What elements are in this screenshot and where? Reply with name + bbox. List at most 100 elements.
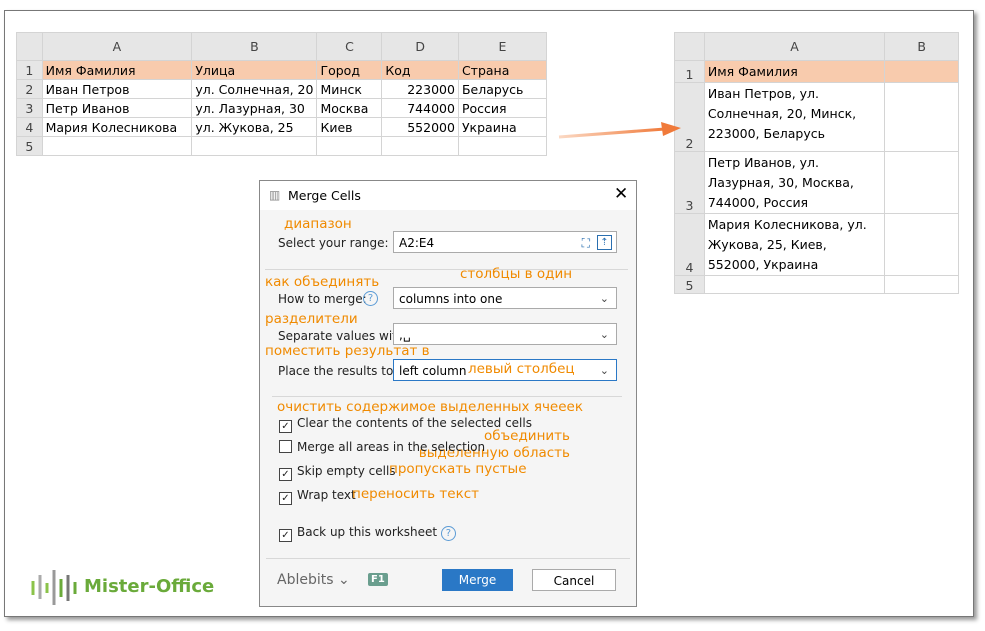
annotation: диапазон <box>284 216 352 232</box>
row-header[interactable]: 4 <box>16 117 43 137</box>
how-to-merge-select[interactable]: columns into one ⌄ <box>393 287 617 309</box>
merge-all-areas-checkbox[interactable]: Merge all areas in the selection <box>279 440 485 454</box>
row-header[interactable]: 1 <box>674 60 705 83</box>
row-header[interactable]: 3 <box>674 151 705 214</box>
close-icon[interactable]: ✕ <box>614 184 628 204</box>
wrap-text-checkbox[interactable]: ✓ Wrap text <box>279 488 356 505</box>
skip-empty-checkbox[interactable]: ✓ Skip empty cells <box>279 464 396 481</box>
annotation: поместить результат в <box>265 343 430 359</box>
select-range-icon[interactable]: ⛶ <box>582 232 590 254</box>
arrow <box>558 122 681 139</box>
cell[interactable]: Код <box>381 60 459 80</box>
col-header[interactable]: B <box>191 32 318 61</box>
range-input[interactable]: A2:E4 ⛶ ⇡ <box>393 231 617 253</box>
annotation: как объединять <box>265 274 380 290</box>
separator-select[interactable]: ,␣ ⌄ <box>393 323 617 345</box>
cell[interactable]: Страна <box>457 60 548 80</box>
cell[interactable]: Россия <box>457 98 548 118</box>
cell[interactable] <box>457 136 548 156</box>
cell[interactable] <box>884 82 959 152</box>
col-header[interactable]: E <box>457 32 548 61</box>
cell[interactable] <box>884 275 959 294</box>
cell[interactable]: Беларусь <box>457 79 548 99</box>
cell[interactable]: 552000 <box>381 117 459 137</box>
cell[interactable]: Киев <box>316 117 383 137</box>
cell[interactable]: Город <box>316 60 383 80</box>
checkbox-label: Wrap text <box>297 488 356 502</box>
brand: Ablebits <box>277 572 334 588</box>
col-header[interactable]: B <box>884 32 959 61</box>
row-header[interactable]: 4 <box>674 213 705 276</box>
logo-bars-icon <box>31 570 77 605</box>
annotation: левый столбец <box>468 361 575 377</box>
annotation: очистить содержимое выделенных ячееек <box>277 399 583 415</box>
cell[interactable]: Имя Фамилия <box>703 60 886 83</box>
cell[interactable] <box>884 213 959 276</box>
col-header[interactable]: A <box>703 32 886 61</box>
range-value: A2:E4 <box>399 236 435 250</box>
how-to-merge-label: How to merge: <box>278 292 367 306</box>
col-header[interactable]: A <box>41 32 193 61</box>
f1-help-button[interactable]: F1 <box>368 573 388 586</box>
corner[interactable] <box>674 32 705 61</box>
cell[interactable] <box>884 151 959 214</box>
logo-text: Mister-Office <box>84 576 215 597</box>
cell[interactable]: Имя Фамилия <box>41 60 193 80</box>
cell[interactable]: ул. Солнечная, 20 <box>191 79 318 99</box>
merge-button[interactable]: Merge <box>442 569 513 591</box>
mister-office-logo: Mister-Office <box>30 567 214 610</box>
backup-checkbox[interactable]: ✓ Back up this worksheet ? <box>279 525 456 542</box>
table-row: 3 Петр Иванов, ул. Лазурная, 30, Москва, … <box>674 151 959 214</box>
help-icon[interactable]: ? <box>440 526 456 541</box>
col-header[interactable]: D <box>381 32 459 61</box>
cell[interactable]: Иван Петров, ул. Солнечная, 20, Минск, 2… <box>703 82 886 152</box>
row-header[interactable]: 5 <box>16 136 43 156</box>
cell[interactable]: Петр Иванов <box>41 98 193 118</box>
ablebits-menu[interactable]: Ablebits ⌄ <box>277 572 350 588</box>
cell[interactable]: Украина <box>457 117 548 137</box>
cancel-button[interactable]: Cancel <box>532 569 616 591</box>
cell[interactable]: Мария Колесникова <box>41 117 193 137</box>
cell[interactable]: Москва <box>316 98 383 118</box>
cell[interactable]: Петр Иванов, ул. Лазурная, 30, Москва, 7… <box>703 151 886 214</box>
divider <box>266 558 630 559</box>
cell[interactable]: Иван Петров <box>41 79 193 99</box>
result-sheet: A B 1 Имя Фамилия 2 Иван Петров, ул. Солнеч… <box>674 32 959 294</box>
row-header[interactable]: 1 <box>16 60 43 80</box>
cell[interactable] <box>703 275 886 294</box>
cell[interactable]: 223000 <box>381 79 459 99</box>
table-row: 4 Мария Колесникова ул. Жукова, 25 Киев 5520… <box>16 117 548 137</box>
cell[interactable]: Мария Колесникова, ул. Жукова, 25, Киев,… <box>703 213 886 276</box>
cell[interactable] <box>381 136 459 156</box>
corner[interactable] <box>16 32 43 61</box>
col-header[interactable]: C <box>316 32 383 61</box>
merge-cells-dialog: ▥ Merge Cells ✕ диапазон Select your ran… <box>259 180 637 607</box>
row-header[interactable]: 2 <box>16 79 43 99</box>
cell[interactable]: Минск <box>316 79 383 99</box>
cell[interactable] <box>884 60 959 83</box>
merge-cells-icon: ▥ <box>269 188 281 202</box>
chevron-down-icon: ⌄ <box>599 292 609 305</box>
row-header[interactable]: 3 <box>16 98 43 118</box>
source-sheet: A B C D E 1 Имя Фамилия Улица Город Код Стран… <box>16 32 548 156</box>
cell[interactable]: 744000 <box>381 98 459 118</box>
chevron-down-icon: ⌄ <box>599 328 609 341</box>
help-icon[interactable]: ? <box>363 291 378 306</box>
range-label: Select your range: <box>278 236 389 250</box>
sep-value: ,␣ <box>399 328 411 342</box>
table-row: 2 Иван Петров ул. Солнечная, 20 Минск 223000… <box>16 79 548 99</box>
cell[interactable]: Улица <box>191 60 318 80</box>
dialog-title: Merge Cells <box>288 188 361 203</box>
table-row: 4 Мария Колесникова, ул. Жукова, 25, Киев… <box>674 213 959 276</box>
chevron-down-icon: ⌄ <box>599 364 609 377</box>
cell[interactable]: ул. Жукова, 25 <box>191 117 318 137</box>
cell[interactable] <box>191 136 318 156</box>
cell[interactable] <box>41 136 193 156</box>
cell[interactable]: ул. Лазурная, 30 <box>191 98 318 118</box>
row-header[interactable]: 5 <box>674 275 705 294</box>
annotation: переносить текст <box>352 486 480 502</box>
cell[interactable] <box>316 136 383 156</box>
checkbox-label: Skip empty cells <box>297 464 396 478</box>
expand-icon[interactable]: ⇡ <box>597 235 612 250</box>
table-row: 1 Имя Фамилия <box>674 60 959 83</box>
